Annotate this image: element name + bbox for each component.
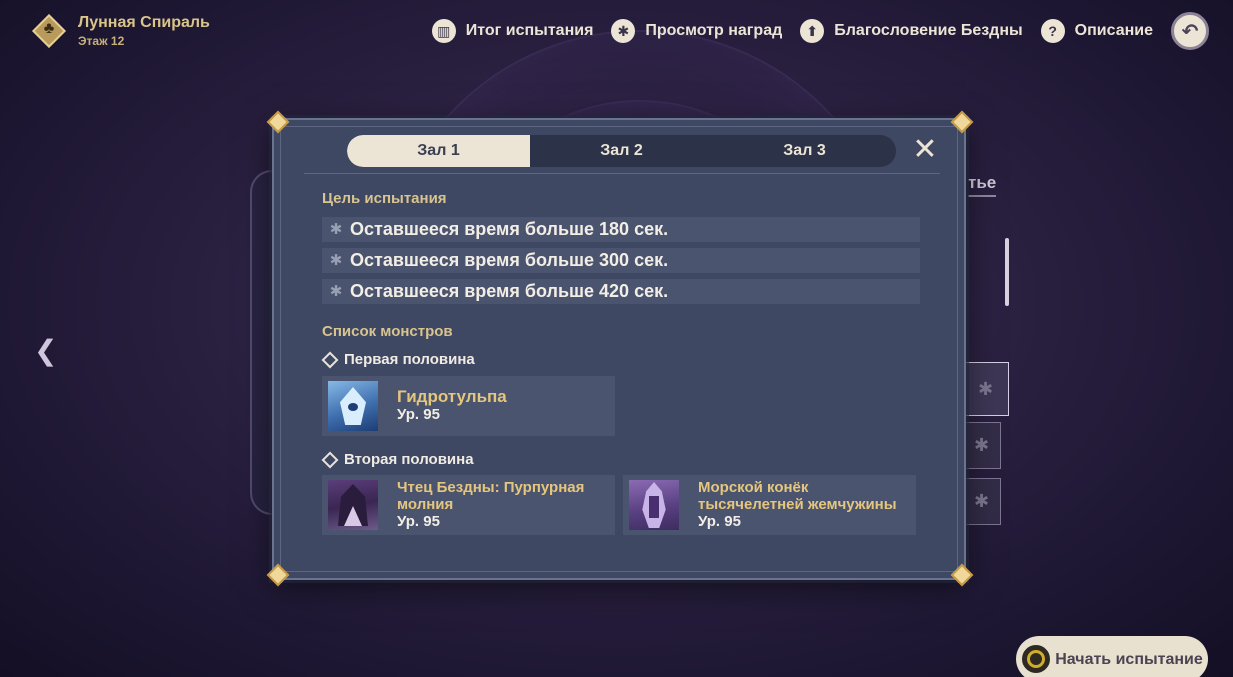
- back-button[interactable]: ↶: [1171, 12, 1209, 50]
- nav-description[interactable]: ? Описание: [1040, 19, 1153, 43]
- chamber-details-dialog: Зал 1 Зал 2 Зал 3 ✕ Цель испытания ✱ Ост…: [272, 118, 966, 580]
- start-circle-icon: [1022, 645, 1050, 673]
- close-button[interactable]: ✕: [910, 135, 940, 165]
- first-half-heading: Первая половина: [321, 351, 475, 368]
- background-star-card[interactable]: ✱: [962, 422, 1001, 469]
- tab-chamber-1[interactable]: Зал 1: [347, 135, 530, 167]
- nav-challenge-summary[interactable]: ▥ Итог испытания: [431, 19, 594, 43]
- goal-row: ✱ Оставшееся время больше 180 сек.: [322, 217, 920, 242]
- nav-label: Итог испытания: [465, 22, 594, 39]
- sea-horse-portrait: [629, 480, 679, 530]
- domain-title: Лунная Спираль: [78, 14, 210, 31]
- nav-label: Просмотр наград: [645, 22, 783, 39]
- book-icon: ▥: [431, 19, 456, 43]
- monster-name: Морской конёк тысячелетней жемчужины: [698, 479, 897, 513]
- background-star-card[interactable]: ✱: [962, 362, 1009, 416]
- monster-level: Ур. 95: [397, 406, 440, 423]
- hydro-tulpa-portrait: [328, 381, 378, 431]
- nav-label: Описание: [1074, 22, 1153, 39]
- monster-list-title: Список монстров: [322, 323, 453, 340]
- goal-text: Оставшееся время больше 420 сек.: [350, 281, 669, 301]
- previous-arrow-icon[interactable]: ❮: [34, 334, 57, 367]
- nav-label: Благословение Бездны: [834, 22, 1023, 39]
- monster-name: Гидротульпа: [397, 387, 507, 406]
- goal-text: Оставшееся время больше 300 сек.: [350, 250, 669, 270]
- chamber-tabs: Зал 1 Зал 2 Зал 3: [347, 135, 896, 167]
- star-icon: ✱: [329, 282, 343, 300]
- start-challenge-button[interactable]: Начать испытание: [1016, 636, 1208, 677]
- star-icon: ✱: [973, 491, 990, 511]
- background-scrollbar[interactable]: [1005, 238, 1009, 306]
- divider: [304, 173, 940, 174]
- monster-level: Ур. 95: [698, 513, 741, 530]
- star-icon: ✱: [329, 251, 343, 269]
- upgrade-arrow-icon: ⬆: [800, 19, 825, 43]
- goal-row: ✱ Оставшееся время больше 300 сек.: [322, 248, 920, 273]
- star-icon: ✱: [977, 378, 994, 399]
- nav-abyss-blessing[interactable]: ⬆ Благословение Бездны: [800, 19, 1023, 43]
- monster-card[interactable]: Морской конёк тысячелетней жемчужины Ур.…: [623, 475, 916, 535]
- first-half-label: Первая половина: [344, 351, 475, 368]
- goal-row: ✱ Оставшееся время больше 420 сек.: [322, 279, 920, 304]
- monster-card[interactable]: Чтец Бездны: Пурпурная молния Ур. 95: [322, 475, 615, 535]
- dialog-corner-ornament: [950, 563, 974, 587]
- dialog-corner-ornament: [950, 110, 974, 134]
- top-nav: ▥ Итог испытания ✱ Просмотр наград ⬆ Бла…: [431, 12, 1209, 50]
- star-icon: ✱: [973, 435, 990, 455]
- diamond-icon: [321, 451, 339, 468]
- second-half-label: Вторая половина: [344, 451, 474, 468]
- help-icon: ?: [1040, 19, 1065, 43]
- dialog-corner-ornament: [266, 563, 290, 587]
- tab-chamber-2[interactable]: Зал 2: [530, 135, 713, 167]
- abyss-lector-portrait: [328, 480, 378, 530]
- dialog-corner-ornament: [266, 110, 290, 134]
- floor-label: Этаж 12: [78, 34, 125, 48]
- monster-card[interactable]: Гидротульпа Ур. 95: [322, 376, 615, 436]
- challenge-goal-title: Цель испытания: [322, 190, 447, 207]
- monster-name: Чтец Бездны: Пурпурная молния: [397, 479, 585, 513]
- goal-text: Оставшееся время больше 180 сек.: [350, 219, 669, 239]
- nav-view-rewards[interactable]: ✱ Просмотр наград: [611, 19, 782, 43]
- star-badge-icon: ✱: [611, 19, 636, 43]
- close-icon: ✕: [912, 133, 938, 166]
- second-half-heading: Вторая половина: [321, 451, 474, 468]
- star-icon: ✱: [329, 220, 343, 238]
- start-challenge-label: Начать испытание: [1055, 650, 1203, 668]
- tab-chamber-3[interactable]: Зал 3: [713, 135, 896, 167]
- floor-header: ♣ Лунная Спираль Этаж 12: [30, 12, 210, 50]
- return-arrow-icon: ↶: [1181, 20, 1199, 43]
- background-star-card[interactable]: ✱: [962, 478, 1001, 525]
- spiral-abyss-emblem-icon: ♣: [30, 12, 68, 50]
- diamond-icon: [321, 351, 339, 368]
- monster-level: Ур. 95: [397, 513, 440, 530]
- background-tab-label: тье: [968, 173, 997, 197]
